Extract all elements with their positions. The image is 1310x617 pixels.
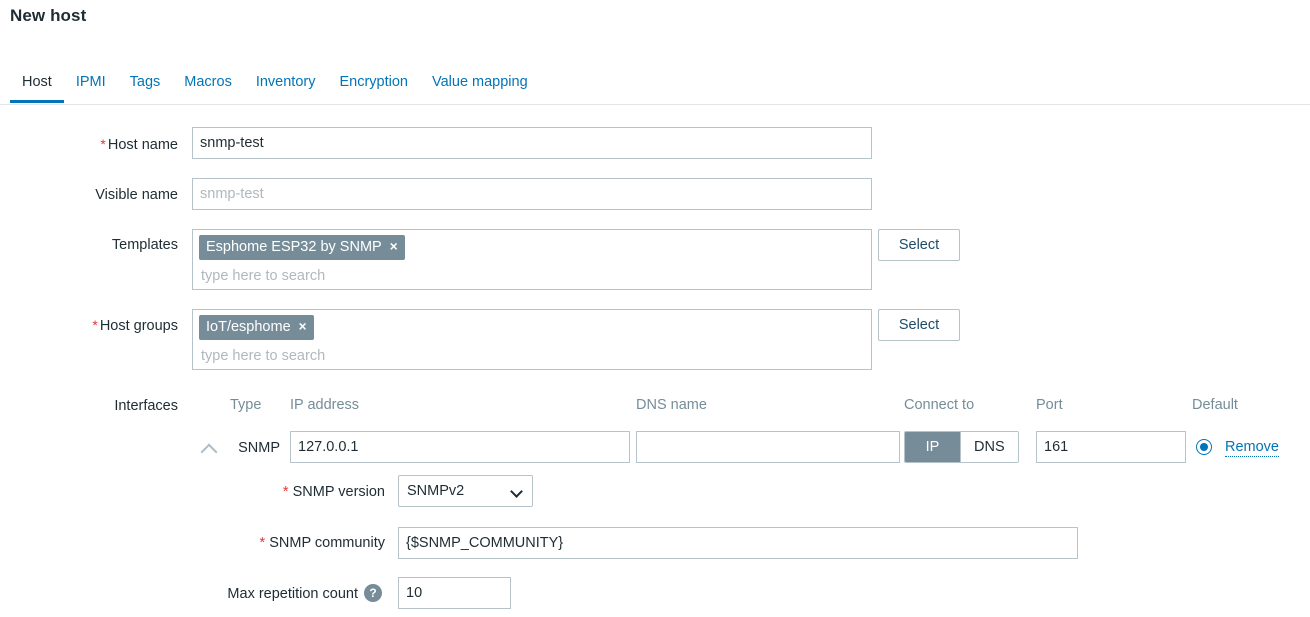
snmp-version-label: * SNMP version: [150, 484, 385, 500]
column-header-connect-to: Connect to: [904, 397, 975, 413]
tab-tags[interactable]: Tags: [118, 68, 173, 102]
visible-name-input[interactable]: [192, 178, 872, 210]
host-groups-select-button[interactable]: Select: [878, 309, 960, 341]
templates-select-button[interactable]: Select: [878, 229, 960, 261]
templates-label-text: Templates: [111, 237, 178, 253]
templates-chip[interactable]: Esphome ESP32 by SNMP ×: [199, 235, 405, 260]
templates-search-input[interactable]: type here to search: [201, 267, 865, 286]
new-host-form-page: New host Host IPMI Tags Macros Inventory…: [0, 0, 1310, 617]
host-groups-label: * Host groups: [0, 316, 178, 335]
connect-to-segmented-control[interactable]: IP DNS: [904, 431, 1019, 463]
tab-host-label: Host: [22, 74, 52, 90]
templates-label: Templates: [0, 236, 178, 254]
tab-macros-label: Macros: [184, 74, 232, 90]
tab-ipmi-label: IPMI: [75, 74, 106, 90]
column-header-dns-name: DNS name: [636, 397, 707, 413]
column-header-type: Type: [230, 397, 262, 413]
interface-port-input[interactable]: [1036, 431, 1186, 463]
interfaces-label-text: Interfaces: [114, 398, 178, 414]
visible-name-label: Visible name: [0, 186, 178, 204]
max-repetition-count-label: Max repetition count: [150, 586, 358, 602]
interface-remove-link[interactable]: Remove: [1225, 438, 1279, 457]
max-repetition-count-label-text: Max repetition count: [227, 586, 358, 602]
snmp-community-label: * SNMP community: [150, 535, 385, 551]
tab-tags-label: Tags: [129, 74, 161, 90]
snmp-version-select[interactable]: SNMPv2: [398, 475, 533, 507]
interface-dns-name-input[interactable]: [636, 431, 900, 463]
interface-ip-address-input[interactable]: [290, 431, 630, 463]
required-indicator: *: [282, 484, 289, 500]
interface-type-label: SNMP: [238, 440, 280, 456]
snmp-version-label-text: SNMP version: [292, 484, 385, 500]
host-name-input[interactable]: [192, 127, 872, 159]
tab-value-mapping-label: Value mapping: [432, 74, 528, 90]
chevron-down-icon: [512, 487, 521, 496]
host-name-label: * Host name: [0, 135, 178, 154]
snmp-community-label-text: SNMP community: [269, 535, 385, 551]
tab-encryption[interactable]: Encryption: [327, 68, 420, 102]
required-indicator: *: [259, 535, 266, 551]
interfaces-label: Interfaces: [0, 397, 178, 415]
close-icon[interactable]: ×: [299, 319, 307, 334]
connect-to-option-dns[interactable]: DNS: [961, 432, 1018, 462]
templates-multiselect[interactable]: Esphome ESP32 by SNMP × type here to sear…: [192, 229, 872, 290]
tab-ipmi[interactable]: IPMI: [64, 68, 118, 102]
tab-encryption-label: Encryption: [339, 74, 408, 90]
tab-host[interactable]: Host: [10, 68, 64, 103]
templates-chip-label: Esphome ESP32 by SNMP: [206, 239, 382, 255]
max-repetition-count-input[interactable]: [398, 577, 511, 609]
tab-bar: Host IPMI Tags Macros Inventory Encrypti…: [0, 68, 1310, 105]
connect-to-option-ip[interactable]: IP: [905, 432, 961, 462]
help-icon[interactable]: ?: [364, 584, 382, 602]
snmp-version-value: SNMPv2: [407, 483, 465, 499]
visible-name-label-text: Visible name: [95, 187, 178, 203]
host-groups-search-input[interactable]: type here to search: [201, 347, 865, 366]
page-title: New host: [10, 6, 87, 25]
host-groups-chip[interactable]: IoT/esphome ×: [199, 315, 314, 340]
tab-inventory-label: Inventory: [255, 74, 316, 90]
host-groups-multiselect[interactable]: IoT/esphome × type here to search: [192, 309, 872, 370]
tab-inventory[interactable]: Inventory: [244, 68, 328, 102]
interface-default-radio[interactable]: [1196, 439, 1212, 455]
snmp-community-input[interactable]: [398, 527, 1078, 559]
required-indicator: *: [100, 136, 106, 152]
host-groups-chip-label: IoT/esphome: [206, 319, 291, 335]
required-indicator: *: [92, 317, 98, 333]
tab-value-mapping[interactable]: Value mapping: [420, 68, 540, 102]
host-name-label-text: Host name: [107, 137, 178, 153]
host-groups-label-text: Host groups: [99, 318, 178, 334]
column-header-ip-address: IP address: [290, 397, 360, 413]
tab-macros[interactable]: Macros: [172, 68, 244, 102]
column-header-default: Default: [1192, 397, 1238, 413]
close-icon[interactable]: ×: [390, 239, 398, 254]
column-header-port: Port: [1036, 397, 1063, 413]
